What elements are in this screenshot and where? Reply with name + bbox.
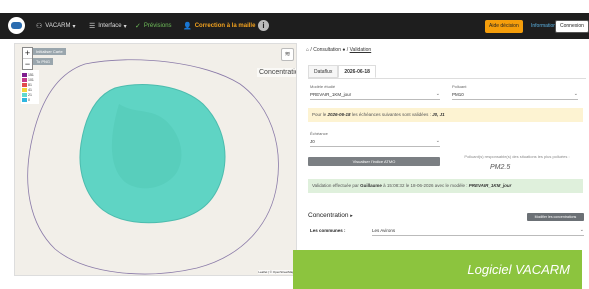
polluant-value: PM10 xyxy=(452,92,464,97)
breadcrumb-validation[interactable]: Validation xyxy=(350,47,372,53)
visualiser-atmo-button[interactable]: Visualiser l'indice ATMO xyxy=(308,157,440,166)
map-legend: 151 101 81 41 21 0 xyxy=(21,70,39,104)
chevron-down-icon: ⌄ xyxy=(435,91,440,97)
zoom-control: + − xyxy=(22,47,33,70)
validation-prefix: Validation effectuée par xyxy=(312,183,359,188)
legend-swatch xyxy=(22,72,27,77)
breadcrumb: ⌂ / Consultation ● / Validation xyxy=(306,47,372,53)
nav-previsions-label: Prévisions xyxy=(143,23,172,29)
zoom-in-button[interactable]: + xyxy=(23,48,32,58)
tab-dataflux[interactable]: Dataflux xyxy=(308,65,339,78)
map-attribution[interactable]: Leaflet | © OpenStreetMap xyxy=(258,270,294,274)
legend-label: 21 xyxy=(28,92,32,97)
communes-select[interactable]: Les Avirons ⌄ xyxy=(372,226,584,236)
legend-label: 81 xyxy=(28,82,32,87)
modele-value: PREVAIR_1KM_jour xyxy=(310,92,352,97)
echeance-label: Échéance xyxy=(310,131,328,136)
info-icon: ● xyxy=(342,47,346,53)
legend-row: 0 xyxy=(22,97,38,102)
legend-swatch xyxy=(22,97,27,102)
home-icon[interactable]: ⌂ xyxy=(306,47,309,53)
top-navbar: ⚇ VACARM ▾ ☰ Interface ▾ ✓ Prévisions 👤 … xyxy=(0,13,589,39)
concentration-heading[interactable]: Concentration ▸ xyxy=(308,212,353,219)
alert-middle: les échéances suivantes sont validées : xyxy=(351,112,431,117)
init-map-button[interactable]: Initialiser Carte xyxy=(33,48,66,55)
nav-vacarm-label: VACARM xyxy=(45,23,71,29)
legend-swatch xyxy=(22,82,27,87)
concentration-title: Concentration xyxy=(308,212,349,219)
legend-label: 0 xyxy=(28,97,30,102)
nav-interface-label: Interface xyxy=(98,23,122,29)
legend-label: 101 xyxy=(28,77,34,82)
validation-user: Guillaume xyxy=(360,183,382,188)
users-icon: ⚇ xyxy=(36,23,43,30)
nav-correction[interactable]: 👤 Correction à la maille xyxy=(183,13,255,39)
validation-alert: Validation effectuée par Guillaume à 15:… xyxy=(308,179,583,193)
modifier-concentrations-button[interactable]: Modifier les concentrations xyxy=(527,213,584,221)
polluant-label: Polluant xyxy=(452,84,467,89)
modele-label: Modèle étudié xyxy=(310,84,336,89)
echeance-value: J0 xyxy=(310,139,315,144)
zoom-out-button[interactable]: − xyxy=(23,58,32,69)
chevron-down-icon: ⌄ xyxy=(435,138,440,144)
alert-date: 2026-06-18 xyxy=(327,112,351,117)
layers-icon[interactable]: ≋ xyxy=(281,48,294,61)
breadcrumb-consultation[interactable]: Consultation xyxy=(313,47,341,53)
polluant-note: Polluant(s) responsable(s) des situation… xyxy=(464,154,570,159)
legend-swatch xyxy=(22,77,27,82)
nav-correction-label: Correction à la maille xyxy=(194,23,256,29)
caption-banner: Logiciel VACARM xyxy=(293,250,582,289)
user-icon: 👤 xyxy=(183,23,192,30)
tab-divider xyxy=(308,78,586,79)
legend-label: 41 xyxy=(28,87,32,92)
polluant-result: PM2.5 xyxy=(490,164,511,171)
app-logo[interactable] xyxy=(8,17,25,34)
alert-prefix: Pour le xyxy=(312,112,327,117)
polluant-select[interactable]: PM10 ⌄ xyxy=(452,90,578,100)
communes-value: Les Avirons xyxy=(372,228,396,233)
echeance-alert: Pour le 2026-06-18 les échéances suivant… xyxy=(308,108,583,122)
tab-date[interactable]: 2026-06-18 xyxy=(338,65,376,78)
map-layer-label: Concentration xyxy=(257,68,296,77)
communes-label: Les communes : xyxy=(310,228,346,233)
validation-middle: à 15:08:32 le 18-06-2026 avec le modèle … xyxy=(383,183,468,188)
nav-vacarm[interactable]: ⚇ VACARM ▾ xyxy=(36,13,76,39)
alert-values: J0, J1 xyxy=(432,112,445,117)
chevron-down-icon: ▾ xyxy=(123,23,127,30)
map-canvas xyxy=(27,59,279,275)
echeance-select[interactable]: J0 ⌄ xyxy=(310,137,440,147)
validation-model: PREVAIR_1KM_jour xyxy=(468,183,512,188)
nav-interface[interactable]: ☰ Interface ▾ xyxy=(89,13,127,39)
connexion-button[interactable]: Connexion xyxy=(555,20,589,33)
chevron-down-icon: ▾ xyxy=(72,23,76,30)
tab-bar: Dataflux 2026-06-18 xyxy=(308,65,376,78)
legend-label: 151 xyxy=(28,72,34,77)
to-png-button[interactable]: To PNG xyxy=(33,58,54,65)
map-panel[interactable]: + − Initialiser Carte To PNG 151 101 81 41 2… xyxy=(14,43,297,276)
info-icon[interactable]: i xyxy=(258,20,269,31)
aide-decision-button[interactable]: Aide décision xyxy=(485,20,523,33)
modele-select[interactable]: PREVAIR_1KM_jour ⌄ xyxy=(310,90,440,100)
legend-swatch xyxy=(22,92,27,97)
nav-previsions[interactable]: ✓ Prévisions xyxy=(135,13,172,39)
chevron-right-icon: ▸ xyxy=(350,213,353,219)
check-icon: ✓ xyxy=(135,23,141,30)
chevron-down-icon: ⌄ xyxy=(579,227,584,233)
legend-swatch xyxy=(22,87,27,92)
list-icon: ☰ xyxy=(89,23,96,30)
chevron-down-icon: ⌄ xyxy=(573,91,578,97)
